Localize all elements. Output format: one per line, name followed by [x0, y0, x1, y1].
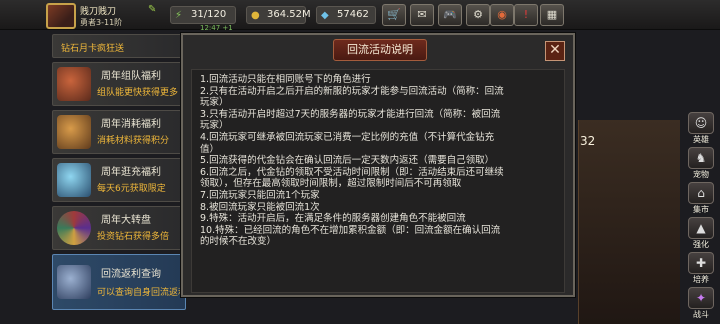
team-chest-icon [57, 67, 91, 101]
sidebar-item-wheel[interactable]: 周年大转盘 投资钻石获得多倍 [52, 206, 186, 250]
mail-icon: ✉ [417, 8, 427, 21]
backdrop-scene [578, 120, 680, 324]
rule-line: 10.特殊：已经回流的角色不在增加累积金额（即：回流金额在确认回流 [200, 224, 501, 236]
gold-coin-icon: ● [251, 10, 260, 21]
player-name: 贱刀贱刀 [80, 7, 117, 17]
colorful-ring-icon: ◉ [497, 8, 507, 21]
sidebar-item-consume-bonus[interactable]: 周年消耗福利 消耗材料获得积分 [52, 110, 186, 154]
stamina-icon: ⚡ [175, 10, 183, 21]
wheel-icon [57, 211, 91, 245]
activity-sidebar: 钻石月卡疯狂送 周年组队福利 组队能更快获得更多 周年消耗福利 消耗材料获得积分… [52, 34, 186, 324]
right-menu: ☺ 英雄 ♞ 宠物 ⌂ 集市 ▲ 强化 ✚ 培养 ✦ 战斗 [682, 110, 720, 324]
return-rebate-icon [57, 265, 91, 299]
market-icon: ⌂ [688, 182, 714, 204]
dialog-body: 1.回流活动只能在相同账号下的角色进行 2.只有在活动开启之后开启的新服的玩家才… [191, 69, 565, 293]
rule-line: 8.被回流玩家只能被回流1次 [200, 201, 320, 213]
gold-value: 364.52M [267, 9, 311, 20]
battle-icon: ✦ [688, 287, 714, 309]
pet-label: 宠物 [693, 170, 709, 179]
rule-line: 3.只有活动开启时超过7天的服务器的玩家才能进行回流（简称：被回流 [200, 108, 501, 120]
pet-icon: ♞ [688, 147, 714, 169]
rule-line: 的时候不在改变） [200, 236, 277, 248]
gamepad-button[interactable]: 🎮 [438, 4, 462, 26]
mail-button[interactable]: ✉ [410, 4, 434, 26]
sidebar-item-title: 周年逛充福利 [101, 167, 161, 178]
sidebar-item-title: 周年组队福利 [101, 71, 161, 82]
sidebar-item-diamond-card[interactable]: 钻石月卡疯狂送 [52, 34, 186, 58]
game-screen: 贱刀贱刀 勇者3-11阶 ✎ ⚡ 31/120 ● 364.52M ◆ 5746… [0, 0, 720, 324]
rule-line: 9.特殊：活动开启后，在满足条件的服务器创建角色不能被回流 [200, 213, 466, 225]
enhance-label: 强化 [693, 240, 709, 249]
sidebar-item-recharge-bonus[interactable]: 周年逛充福利 每天6元获取限定 [52, 158, 186, 202]
sidebar-item-desc: 消耗材料获得积分 [97, 136, 170, 146]
cart-icon: 🛒 [387, 8, 401, 21]
player-avatar[interactable] [46, 3, 76, 29]
sidebar-item-title: 周年大转盘 [101, 215, 151, 226]
enhance-button[interactable]: ▲ 强化 [686, 217, 716, 253]
alert-button[interactable]: ! [514, 4, 538, 26]
top-bar: 贱刀贱刀 勇者3-11阶 ✎ ⚡ 31/120 ● 364.52M ◆ 5746… [0, 0, 720, 30]
cultivate-button[interactable]: ✚ 培养 [686, 252, 716, 288]
rule-line: 2.只有在活动开启之后开启的新服的玩家才能参与回流活动（简称：回流 [200, 85, 504, 97]
close-button[interactable]: ✕ [545, 41, 565, 61]
grid-icon: ▦ [546, 8, 558, 21]
sidebar-item-team-bonus[interactable]: 周年组队福利 组队能更快获得更多 [52, 62, 186, 106]
hero-button[interactable]: ☺ 英雄 [686, 112, 716, 148]
regen-timer: 12:47 +1 [200, 24, 233, 32]
sidebar-item-return-rebate[interactable]: 回流返利查询 可以查询自身回流返利 [52, 254, 186, 310]
stamina-counter: ⚡ 31/120 [170, 6, 236, 24]
rule-line: 1.回流活动只能在相同账号下的角色进行 [200, 74, 371, 85]
player-rank: 勇者3-11阶 [80, 18, 123, 27]
stamina-value: 31/120 [191, 9, 227, 20]
rules-list: 1.回流活动只能在相同账号下的角色进行 2.只有在活动开启之后开启的新服的玩家才… [200, 74, 562, 248]
sidebar-item-desc: 钻石月卡疯狂送 [61, 44, 125, 54]
sidebar-item-title: 回流返利查询 [101, 269, 161, 280]
sidebar-item-desc: 投资钻石获得多倍 [97, 232, 170, 242]
treasure-chest-icon [57, 115, 91, 149]
market-button[interactable]: ⌂ 集市 [686, 182, 716, 218]
rule-line: 4.回流玩家可继承被回流玩家已消费一定比例的充值（不计算代金钻充 [200, 131, 495, 143]
hero-icon: ☺ [688, 112, 714, 134]
gear-icon: ⚙ [473, 8, 483, 21]
rule-line: 值） [200, 143, 220, 155]
sidebar-item-desc: 每天6元获取限定 [97, 184, 166, 194]
sidebar-item-desc: 可以查询自身回流返利 [97, 288, 185, 298]
cultivate-icon: ✚ [688, 252, 714, 274]
return-event-dialog: 回流活动说明 ✕ 1.回流活动只能在相同账号下的角色进行 2.只有在活动开启之后… [181, 33, 575, 297]
gamepad-icon: 🎮 [443, 8, 457, 21]
edit-name-icon[interactable]: ✎ [148, 4, 156, 15]
rule-line: 5.回流获得的代金钻会在确认回流后一定天数内返还（需要自己领取） [200, 155, 495, 167]
warning-icon: ! [523, 8, 529, 21]
cultivate-label: 培养 [693, 275, 709, 284]
battle-button[interactable]: ✦ 战斗 [686, 287, 716, 323]
shop-cart-button[interactable]: 🛒 [382, 4, 406, 26]
enhance-icon: ▲ [688, 217, 714, 239]
sidebar-item-title: 周年消耗福利 [101, 119, 161, 130]
rule-line: 7.回流玩家只能回流1个玩家 [200, 189, 320, 201]
rule-line: 玩家） [200, 120, 229, 132]
close-icon: ✕ [549, 42, 561, 58]
pet-button[interactable]: ♞ 宠物 [686, 147, 716, 183]
crystal-icon [57, 163, 91, 197]
rule-line: 6.回流之后，代金钻的领取不受活动时间限制（即：活动结束后还可继续 [200, 166, 504, 178]
rule-line: 领取），但存在最高领取时间限制，超过限制时间后不可再领取 [200, 178, 462, 190]
hero-label: 英雄 [693, 135, 709, 144]
dialog-title: 回流活动说明 [333, 39, 427, 61]
diamond-icon: ◆ [321, 10, 329, 21]
battle-label: 战斗 [693, 310, 709, 319]
diamond-counter: ◆ 57462 [316, 6, 376, 24]
sidebar-item-desc: 组队能更快获得更多 [97, 88, 179, 98]
market-label: 集市 [693, 205, 709, 214]
gold-counter: ● 364.52M [246, 6, 311, 24]
event-button[interactable]: ◉ [490, 4, 514, 26]
rule-line: 玩家） [200, 97, 229, 109]
item-count: 32 [580, 134, 596, 148]
grid-menu-button[interactable]: ▦ [540, 4, 564, 26]
diamond-value: 57462 [337, 9, 369, 20]
settings-button[interactable]: ⚙ [466, 4, 490, 26]
